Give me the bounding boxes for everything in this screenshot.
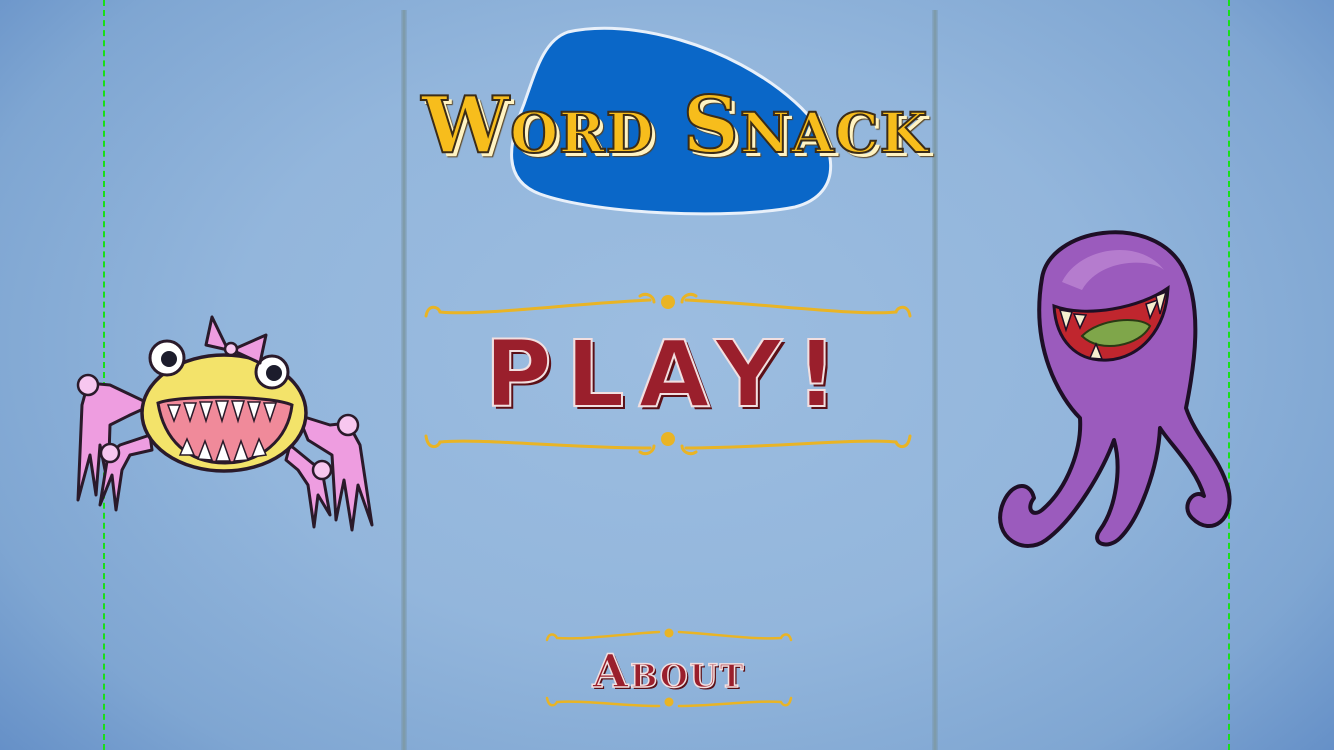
octopus-monster-icon: [998, 230, 1232, 548]
spider-monster-icon: [76, 315, 374, 532]
scroll-ornament-icon: [424, 432, 912, 456]
about-button[interactable]: About: [545, 640, 793, 702]
main-menu-screen: Word Snack PLAY! About: [0, 0, 1334, 750]
game-title: Word Snack: [421, 79, 929, 172]
play-button[interactable]: PLAY!: [420, 318, 916, 430]
